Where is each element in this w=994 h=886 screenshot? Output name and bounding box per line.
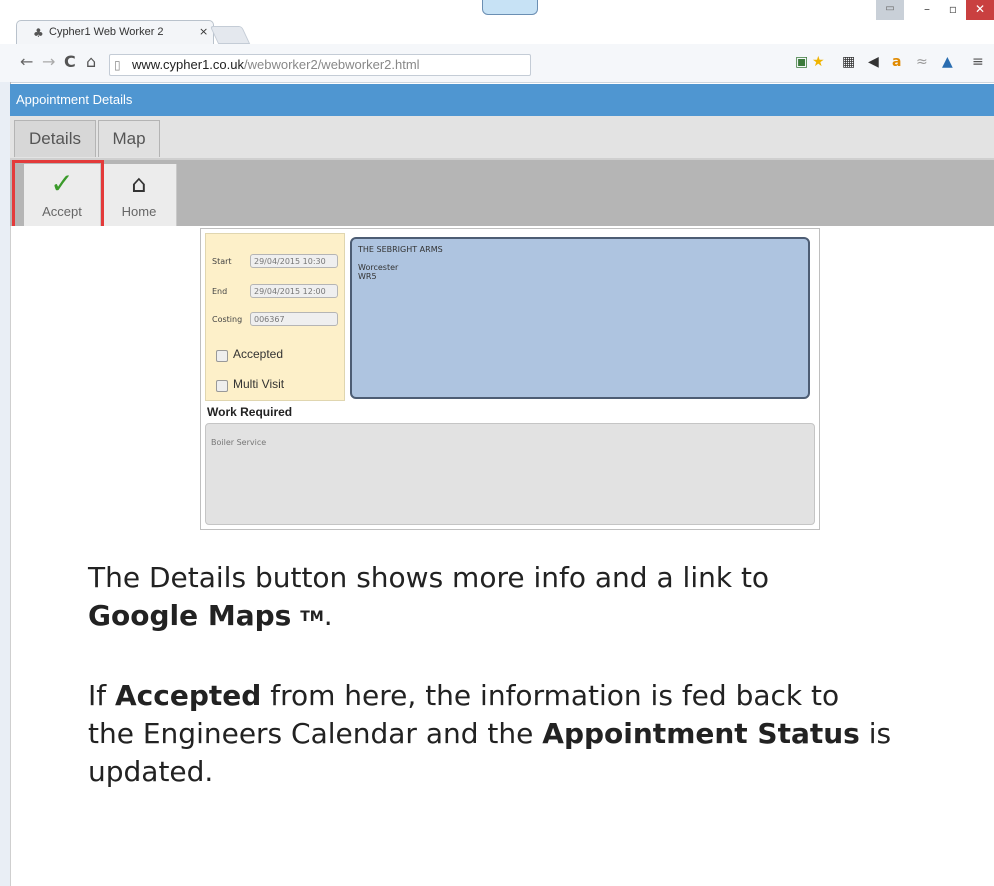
accepted-bold: Accepted <box>115 679 262 712</box>
work-required-text: Boiler Service <box>211 438 267 447</box>
maximize-button[interactable]: ▫ <box>940 0 966 20</box>
app-header: Appointment Details <box>10 84 994 116</box>
browser-tab[interactable]: ♣ Cypher1 Web Worker 2 × <box>16 20 214 45</box>
extension-icon[interactable]: ▦ <box>842 54 855 70</box>
start-label: Start <box>212 257 232 266</box>
window-grip <box>482 0 538 15</box>
tab-map[interactable]: Map <box>98 120 160 157</box>
appointment-card: Start 29/04/2015 10:30 End 29/04/2015 12… <box>200 228 820 530</box>
app-tabs: Details Map <box>10 116 994 160</box>
address-line: WR5 <box>358 272 377 281</box>
url-text: www.cypher1.co.uk/webworker2/webworker2.… <box>132 55 420 75</box>
home-nav-icon[interactable]: ⌂ <box>86 52 96 71</box>
new-tab-button[interactable] <box>209 26 251 44</box>
caption-line: the Engineers Calendar and the Appointme… <box>88 716 891 752</box>
google-maps-text: Google Maps <box>88 599 292 632</box>
caption-text: the Engineers Calendar and the <box>88 717 543 750</box>
start-field[interactable]: 29/04/2015 10:30 <box>250 254 338 268</box>
address-line: THE SEBRIGHT ARMS <box>358 245 443 254</box>
browser-toolbar: ← → C ⌂ ▯ www.cypher1.co.uk/webworker2/w… <box>0 44 994 83</box>
tab-details[interactable]: Details <box>14 120 96 157</box>
reload-icon[interactable]: C <box>64 52 76 71</box>
trademark-mark: TM <box>300 609 324 625</box>
appointment-status-bold: Appointment Status <box>542 717 860 750</box>
profile-button[interactable]: ▭ <box>876 0 904 20</box>
extension-icon[interactable]: ≈ <box>916 54 928 70</box>
back-icon[interactable]: ← <box>20 52 33 71</box>
caption-text: is <box>859 717 892 750</box>
caption-line: updated. <box>88 755 214 788</box>
caption-period: . <box>323 599 333 632</box>
action-bar: ✓ Accept ⌂ Home <box>10 160 994 226</box>
minimize-button[interactable]: – <box>914 0 940 20</box>
end-field[interactable]: 29/04/2015 12:00 <box>250 284 338 298</box>
accepted-label: Accepted <box>233 347 284 361</box>
address-panel[interactable]: THE SEBRIGHT ARMS Worcester WR5 <box>350 237 810 399</box>
caption-line: The Details button shows more info and a… <box>88 561 770 594</box>
page-icon: ▯ <box>114 58 121 72</box>
tab-close-icon[interactable]: × <box>199 25 208 38</box>
extension-icon[interactable]: ▲ <box>942 54 953 70</box>
costing-field[interactable]: 006367 <box>250 312 338 326</box>
appointment-info-panel: Start 29/04/2015 10:30 End 29/04/2015 12… <box>205 233 345 401</box>
caption-line: If Accepted from here, the information i… <box>88 678 839 714</box>
costing-label: Costing <box>212 315 243 324</box>
house-icon: ⌂ <box>131 170 147 198</box>
browser-favicon-icon: ♣ <box>33 26 44 40</box>
tab-strip: ♣ Cypher1 Web Worker 2 × ▭ – ▫ ✕ <box>0 0 994 45</box>
multi-visit-label: Multi Visit <box>233 377 285 391</box>
extension-icon[interactable]: a <box>892 54 901 70</box>
bookmark-star-icon[interactable]: ★ <box>812 54 825 70</box>
end-label: End <box>212 287 228 296</box>
page-title: Appointment Details <box>16 92 133 107</box>
menu-icon[interactable]: ≡ <box>972 54 984 70</box>
address-bar[interactable]: ▯ www.cypher1.co.uk/webworker2/webworker… <box>109 54 531 76</box>
home-button[interactable]: ⌂ Home <box>102 164 177 226</box>
multi-visit-checkbox[interactable] <box>216 380 228 392</box>
url-host: www.cypher1.co.uk <box>132 57 244 72</box>
caption-text: If <box>88 679 116 712</box>
work-required-label: Work Required <box>207 405 293 419</box>
browser-chrome: ♣ Cypher1 Web Worker 2 × ▭ – ▫ ✕ ← → C ⌂… <box>0 0 994 83</box>
extension-icon[interactable]: ◀ <box>868 54 879 70</box>
accept-highlight <box>12 160 104 232</box>
close-window-button[interactable]: ✕ <box>966 0 994 20</box>
home-label: Home <box>121 204 157 219</box>
caption-line: Google Maps TM. <box>88 598 333 635</box>
address-line: Worcester <box>358 263 399 272</box>
url-path: /webworker2/webworker2.html <box>244 57 420 72</box>
caption-text: from here, the information is fed back t… <box>261 679 840 712</box>
forward-icon[interactable]: → <box>42 52 55 71</box>
extension-icon[interactable]: ▣ <box>795 54 808 70</box>
browser-tab-title: Cypher1 Web Worker 2 <box>49 26 164 38</box>
work-required-field[interactable]: Boiler Service <box>205 423 815 525</box>
accepted-checkbox[interactable] <box>216 350 228 362</box>
